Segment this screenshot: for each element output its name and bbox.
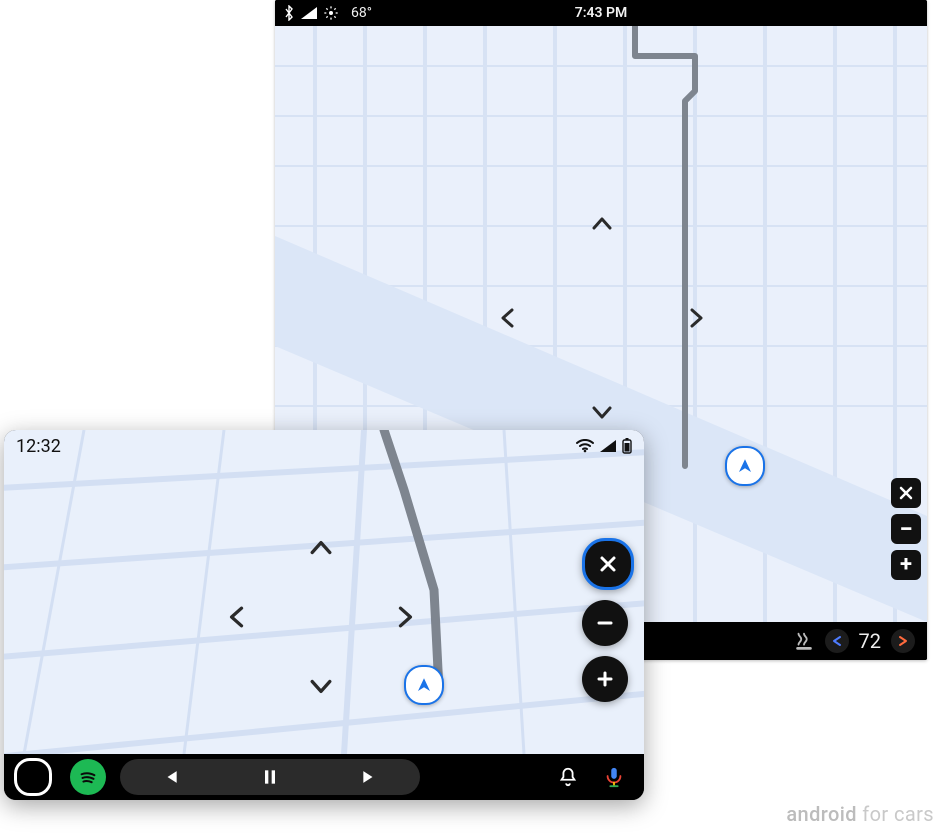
cell-signal-icon (600, 440, 616, 452)
bell-icon (557, 766, 579, 788)
pan-left-button[interactable] (219, 600, 253, 634)
notifications-button[interactable] (548, 757, 588, 797)
map-roads (4, 430, 644, 754)
mic-icon (603, 766, 625, 788)
hvac-up-button[interactable] (891, 629, 915, 653)
zoom-out-button[interactable]: − (891, 514, 921, 544)
assistant-button[interactable] (594, 757, 634, 797)
nav-bar (4, 754, 644, 800)
watermark-suffix: for cars (857, 802, 934, 826)
close-pan-button[interactable] (891, 478, 921, 508)
close-pan-button[interactable] (582, 538, 634, 590)
pan-down-button[interactable] (304, 670, 338, 704)
current-location-marker[interactable] (404, 665, 444, 705)
pan-up-button[interactable] (304, 530, 338, 564)
pan-down-button[interactable] (585, 396, 619, 430)
outside-temp: 68° (351, 5, 372, 21)
hvac-down-button[interactable] (825, 629, 849, 653)
map-tools: − + (891, 478, 921, 580)
wifi-icon (576, 439, 594, 453)
seat-heat-icon (793, 630, 815, 652)
status-bar: 12:32 (4, 430, 644, 462)
status-bar: 68° 7:43 PM (275, 0, 927, 26)
gear-icon[interactable] (323, 5, 339, 21)
cell-signal-icon (301, 7, 317, 19)
pan-left-button[interactable] (490, 301, 524, 335)
pan-right-button[interactable] (389, 600, 423, 634)
bluetooth-icon (283, 5, 295, 21)
status-right (576, 438, 632, 454)
watermark-brand: android (786, 802, 857, 826)
hvac-temp-value: 72 (859, 629, 881, 653)
app-launcher-button[interactable] (14, 758, 52, 796)
battery-icon (622, 438, 632, 454)
spotify-button[interactable] (70, 759, 106, 795)
status-left: 68° (283, 5, 372, 21)
map-fab-stack (582, 538, 634, 702)
media-prev-button[interactable] (160, 767, 180, 787)
car-screen-small: 12:32 (4, 430, 644, 800)
clock: 12:32 (16, 436, 61, 457)
clock: 7:43 PM (275, 5, 927, 21)
media-controls (120, 759, 420, 795)
media-pause-button[interactable] (260, 767, 280, 787)
pan-right-button[interactable] (680, 301, 714, 335)
spotify-icon (77, 766, 99, 788)
zoom-out-button[interactable] (582, 600, 628, 646)
media-next-button[interactable] (360, 767, 380, 787)
zoom-in-button[interactable] (582, 656, 628, 702)
map-canvas[interactable]: 12:32 (4, 430, 644, 754)
watermark: android for cars (786, 802, 934, 826)
hvac-control[interactable]: 72 (793, 629, 915, 653)
current-location-marker[interactable] (725, 446, 765, 486)
zoom-in-button[interactable]: + (891, 550, 921, 580)
pan-up-button[interactable] (585, 206, 619, 240)
